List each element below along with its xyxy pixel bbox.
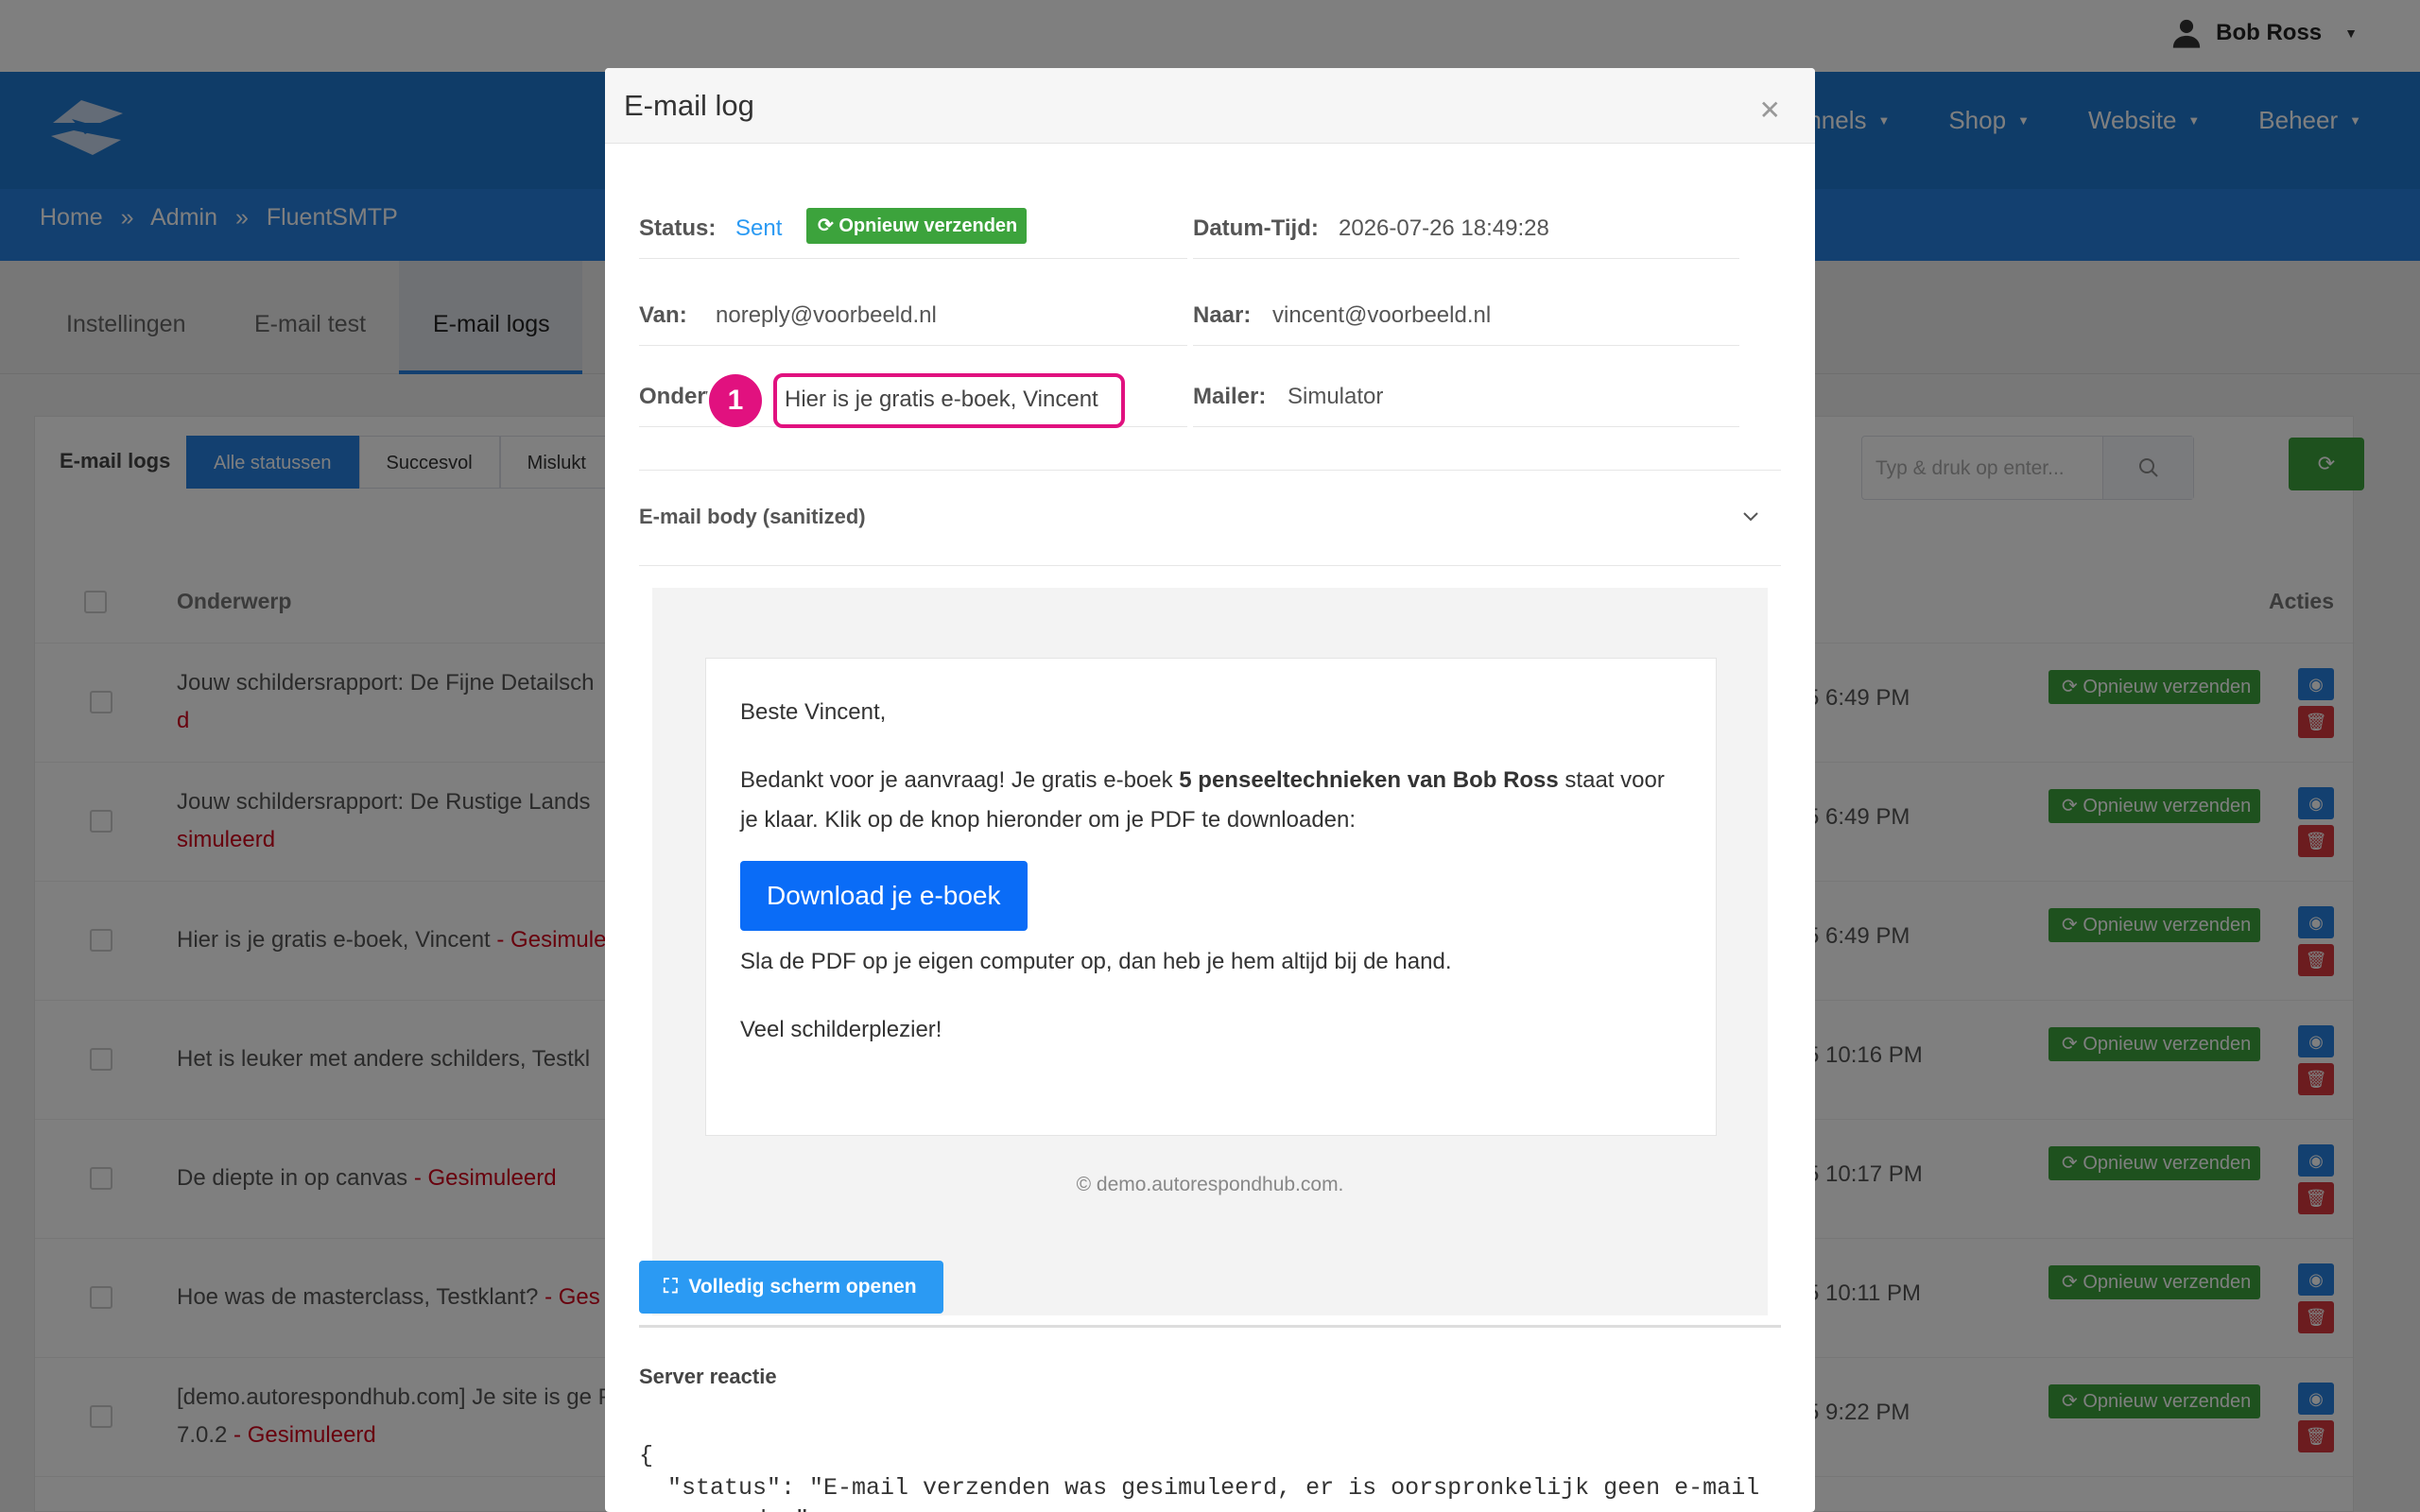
annotation-marker: 1: [709, 374, 762, 427]
to-label: Naar:: [1193, 302, 1252, 328]
server-response-json: { "status": "E-mail verzenden was gesimu…: [639, 1442, 1760, 1512]
to-value: vincent@voorbeeld.nl: [1272, 302, 1492, 328]
fullscreen-button[interactable]: ⛶ Volledig scherm openen: [639, 1261, 943, 1314]
divider: [639, 1325, 1781, 1328]
close-icon[interactable]: ✕: [1759, 94, 1781, 126]
email-body-label: E-mail body (sanitized): [639, 505, 866, 528]
datetime-field: Datum-Tijd: 2026-07-26 18:49:28: [1193, 206, 1739, 259]
datetime-value: 2026-07-26 18:49:28: [1339, 215, 1549, 241]
modal-title: E-mail log: [624, 89, 754, 122]
app-background: Bob Ross ▼ nnels▼ Shop▼ Website▼ Beheer▼…: [0, 0, 2420, 1512]
resend-label: Opnieuw verzenden: [838, 215, 1018, 236]
expand-icon: ⛶: [664, 1276, 678, 1297]
email-greeting: Beste Vincent,: [740, 699, 887, 725]
status-field: Status: Sent ⟳ Opnieuw verzenden: [639, 206, 1187, 259]
email-text: Bedankt voor je aanvraag! Je gratis e-bo…: [740, 767, 1180, 793]
modal-header: E-mail log ✕: [605, 68, 1815, 144]
download-ebook-button[interactable]: Download je e-boek: [740, 861, 1028, 931]
from-label: Van:: [639, 302, 687, 328]
from-field: Van: noreply@voorbeeld.nl: [639, 293, 1187, 346]
server-response-label: Server reactie: [639, 1365, 777, 1388]
resend-button[interactable]: ⟳ Opnieuw verzenden: [806, 208, 1028, 244]
status-label: Status:: [639, 215, 717, 241]
ebook-title: 5 penseeltechnieken van Bob Ross: [1179, 767, 1559, 793]
datetime-label: Datum-Tijd:: [1193, 215, 1319, 241]
email-closing: Veel schilderplezier!: [740, 1017, 942, 1042]
chevron-down-icon: [1743, 512, 1758, 522]
email-body-toggle[interactable]: E-mail body (sanitized): [639, 470, 1781, 566]
email-footer: © demo.autorespondhub.com.: [1076, 1174, 1344, 1195]
status-value: Sent: [735, 215, 783, 241]
mailer-value: Simulator: [1288, 384, 1384, 409]
fullscreen-label: Volledig scherm openen: [688, 1276, 917, 1297]
email-preview: Beste Vincent, Bedankt voor je aanvraag!…: [652, 588, 1768, 1315]
mailer-label: Mailer:: [1193, 384, 1267, 409]
email-log-modal: E-mail log ✕ Status: Sent ⟳ Opnieuw verz…: [605, 68, 1815, 1512]
subject-highlight: Hier is je gratis e-boek, Vincent: [773, 373, 1125, 428]
email-paragraph: Bedankt voor je aanvraag! Je gratis e-bo…: [740, 761, 1682, 840]
from-value: noreply@voorbeeld.nl: [716, 302, 937, 328]
email-paragraph: Sla de PDF op je eigen computer op, dan …: [740, 949, 1452, 974]
to-field: Naar: vincent@voorbeeld.nl: [1193, 293, 1739, 346]
mailer-field: Mailer: Simulator: [1193, 374, 1739, 427]
email-card: Beste Vincent, Bedankt voor je aanvraag!…: [705, 658, 1717, 1136]
